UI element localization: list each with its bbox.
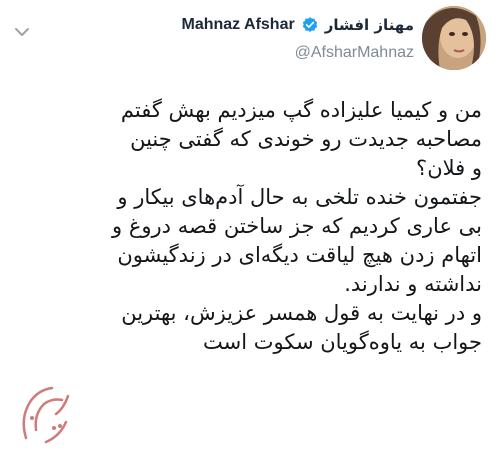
verified-badge-icon bbox=[301, 16, 319, 34]
site-logo-watermark bbox=[16, 378, 74, 448]
tweet-header: مهناز افشار Mahnaz Afshar @AfsharMahnaz bbox=[94, 12, 415, 62]
author-handle[interactable]: @AfsharMahnaz bbox=[94, 44, 414, 62]
tweet-body-line: بی عاری کردیم که جز ساختن قصه دروغ و bbox=[112, 214, 482, 238]
author-name-persian[interactable]: مهناز افشار bbox=[325, 16, 414, 34]
chevron-down-icon[interactable] bbox=[12, 22, 32, 42]
tweet-body-line: اتهام زدن هیچ لیاقت دیگه‌ای در زندگیشون bbox=[117, 243, 482, 267]
tweet-body-line: جفتمون خنده تلخی به حال آدم‌های بیکار و bbox=[117, 185, 482, 209]
tweet-body-line: من و کیمیا علیزاده گپ میزدیم بهش گفتم bbox=[120, 98, 482, 122]
tweet-body-line: مصاحبه جدیدت رو خوندی که گفتی چنین bbox=[130, 127, 482, 151]
tweet-body-line: و فلان؟ bbox=[416, 156, 482, 180]
tweet-body-line: و در نهایت به قول همسر عزیزش، بهترین bbox=[121, 301, 482, 325]
tweet-body-line: جواب به یاوه‌گویان سکوت است bbox=[203, 330, 482, 354]
author-avatar[interactable] bbox=[422, 6, 486, 70]
author-name-row: مهناز افشار Mahnaz Afshar bbox=[94, 12, 415, 38]
tweet-body-line: نداشته و ندارند. bbox=[344, 272, 482, 296]
author-name-latin[interactable]: Mahnaz Afshar bbox=[182, 16, 295, 34]
tweet-card: مهناز افشار Mahnaz Afshar @AfsharMahnaz … bbox=[0, 0, 500, 455]
tweet-body: من و کیمیا علیزاده گپ میزدیم بهش گفتم مص… bbox=[12, 96, 482, 357]
